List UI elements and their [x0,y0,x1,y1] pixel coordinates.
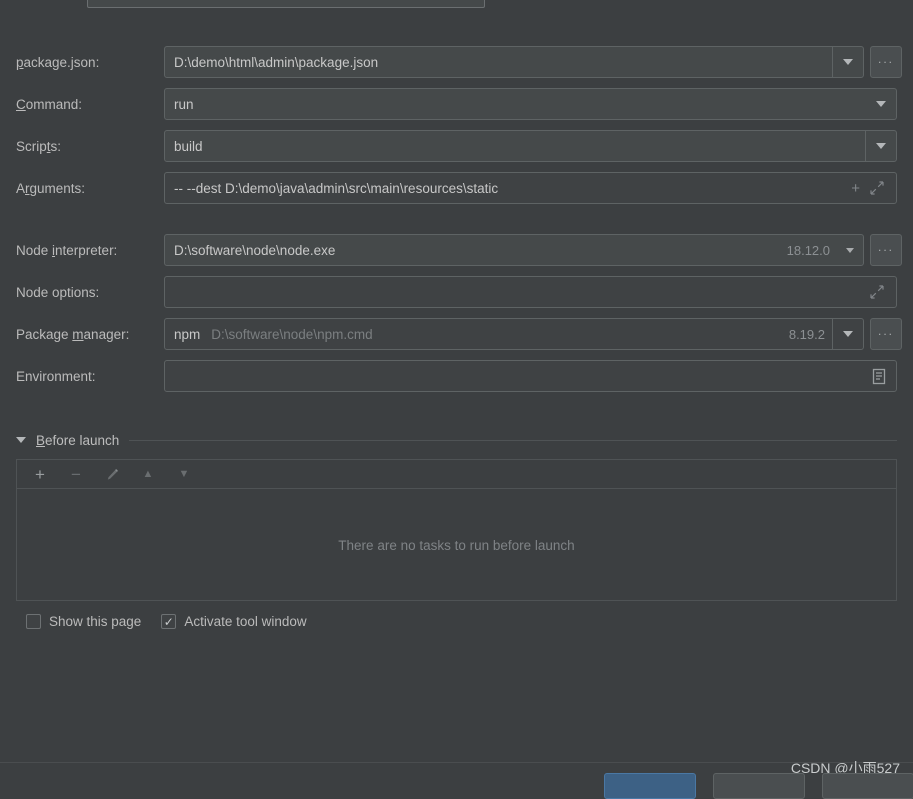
node-interpreter-version: 18.12.0 [786,242,830,258]
label-node-interpreter: Node interpreter: [16,243,118,258]
node-interpreter-value: D:\software\node\node.exe [174,242,336,258]
before-launch-toolbar: + − ▲ ▼ [17,460,896,489]
form-row-arguments: Arguments: -- --dest D:\demo\java\admin\… [0,172,913,214]
label-command: Command: [16,97,83,112]
remove-task-button[interactable]: − [67,465,85,483]
node-interpreter-dropdown-button[interactable] [837,235,863,265]
before-launch-title: Before launch [36,432,120,448]
chevron-down-icon [843,59,853,65]
label-scripts: Scripts: [16,139,62,154]
package-manager-browse-button[interactable]: ... [870,318,902,350]
header-divider [129,439,897,441]
package-manager-value: npm [174,326,201,342]
checkbox-activate-tool-window[interactable]: ✓ Activate tool window [161,614,307,629]
label-environment: Environment: [16,369,96,384]
chevron-down-icon [876,101,886,107]
form-row-environment: Environment: [0,360,913,402]
chevron-down-icon [846,247,854,253]
expand-icon[interactable] [870,181,896,195]
list-glyph [872,368,886,384]
command-value: run [174,96,194,112]
label-package-manager: Package manager: [16,327,130,342]
node-interpreter-combo[interactable]: D:\software\node\node.exe 18.12.0 [164,234,864,266]
package-manager-combo[interactable]: npm D:\software\node\npm.cmd 8.19.2 [164,318,864,350]
triangle-down-icon[interactable] [16,437,26,443]
plus-icon[interactable]: + [851,181,870,196]
command-dropdown-button[interactable] [866,89,896,119]
scripts-value: build [174,138,203,154]
cancel-button[interactable] [713,773,805,799]
label-package-json: package.json: [16,55,100,70]
run-configuration-form: package.json: D:\demo\html\admin\package… [0,46,913,402]
package-manager-dropdown-button[interactable] [832,319,863,349]
node-interpreter-browse-button[interactable]: ... [870,234,902,266]
arguments-value: -- --dest D:\demo\java\admin\src\main\re… [174,180,499,196]
scripts-combo[interactable]: build [164,130,897,162]
before-launch-header[interactable]: Before launch [16,430,897,450]
form-row-command: Command: run [0,88,913,130]
environment-input[interactable] [164,360,897,392]
expand-arrows-glyph [870,181,884,195]
chevron-down-icon [876,143,886,149]
package-json-value: D:\demo\html\admin\package.json [174,54,379,70]
move-down-button[interactable]: ▼ [175,465,193,483]
before-launch-panel: + − ▲ ▼ There are no tasks to run before… [16,459,897,601]
package-manager-version: 8.19.2 [788,326,825,342]
pencil-glyph [107,468,118,480]
dialog-buttons [604,773,913,799]
checkbox-show-this-page[interactable]: Show this page [26,614,141,629]
options-checkboxes: Show this page ✓ Activate tool window [26,614,317,629]
package-manager-path: D:\software\node\npm.cmd [211,326,373,342]
footer-divider [0,762,913,763]
label-arguments: Arguments: [16,181,86,196]
expand-arrows-glyph [870,285,884,299]
edit-task-button[interactable] [103,465,121,483]
checkbox-label: Activate tool window [184,614,307,629]
expand-icon[interactable] [870,285,896,299]
name-field-cut-off[interactable] [87,0,485,8]
form-row-node-options: Node options: [0,276,913,318]
form-row-scripts: Scripts: build [0,130,913,172]
package-json-browse-button[interactable]: ... [870,46,902,78]
environment-list-icon[interactable] [871,368,896,385]
apply-button[interactable] [822,773,913,799]
package-json-combo[interactable]: D:\demo\html\admin\package.json [164,46,864,78]
arguments-input[interactable]: -- --dest D:\demo\java\admin\src\main\re… [164,172,897,204]
command-combo[interactable]: run [164,88,897,120]
form-spacer [0,214,913,234]
move-up-button[interactable]: ▲ [139,465,157,483]
form-row-node-interpreter: Node interpreter: D:\software\node\node.… [0,234,913,276]
label-node-options: Node options: [16,285,100,300]
scripts-dropdown-button[interactable] [865,131,896,161]
before-launch-empty-message: There are no tasks to run before launch [338,537,575,553]
form-row-package-json: package.json: D:\demo\html\admin\package… [0,46,913,88]
form-row-package-manager: Package manager: npm D:\software\node\np… [0,318,913,360]
checkbox-label: Show this page [49,614,142,629]
checkbox-box[interactable]: ✓ [161,614,177,629]
node-options-input[interactable] [164,276,897,308]
add-task-button[interactable]: + [31,465,49,483]
checkbox-box[interactable] [26,614,41,629]
ok-button[interactable] [604,773,696,799]
package-json-dropdown-button[interactable] [832,47,863,77]
chevron-down-icon [843,331,853,337]
